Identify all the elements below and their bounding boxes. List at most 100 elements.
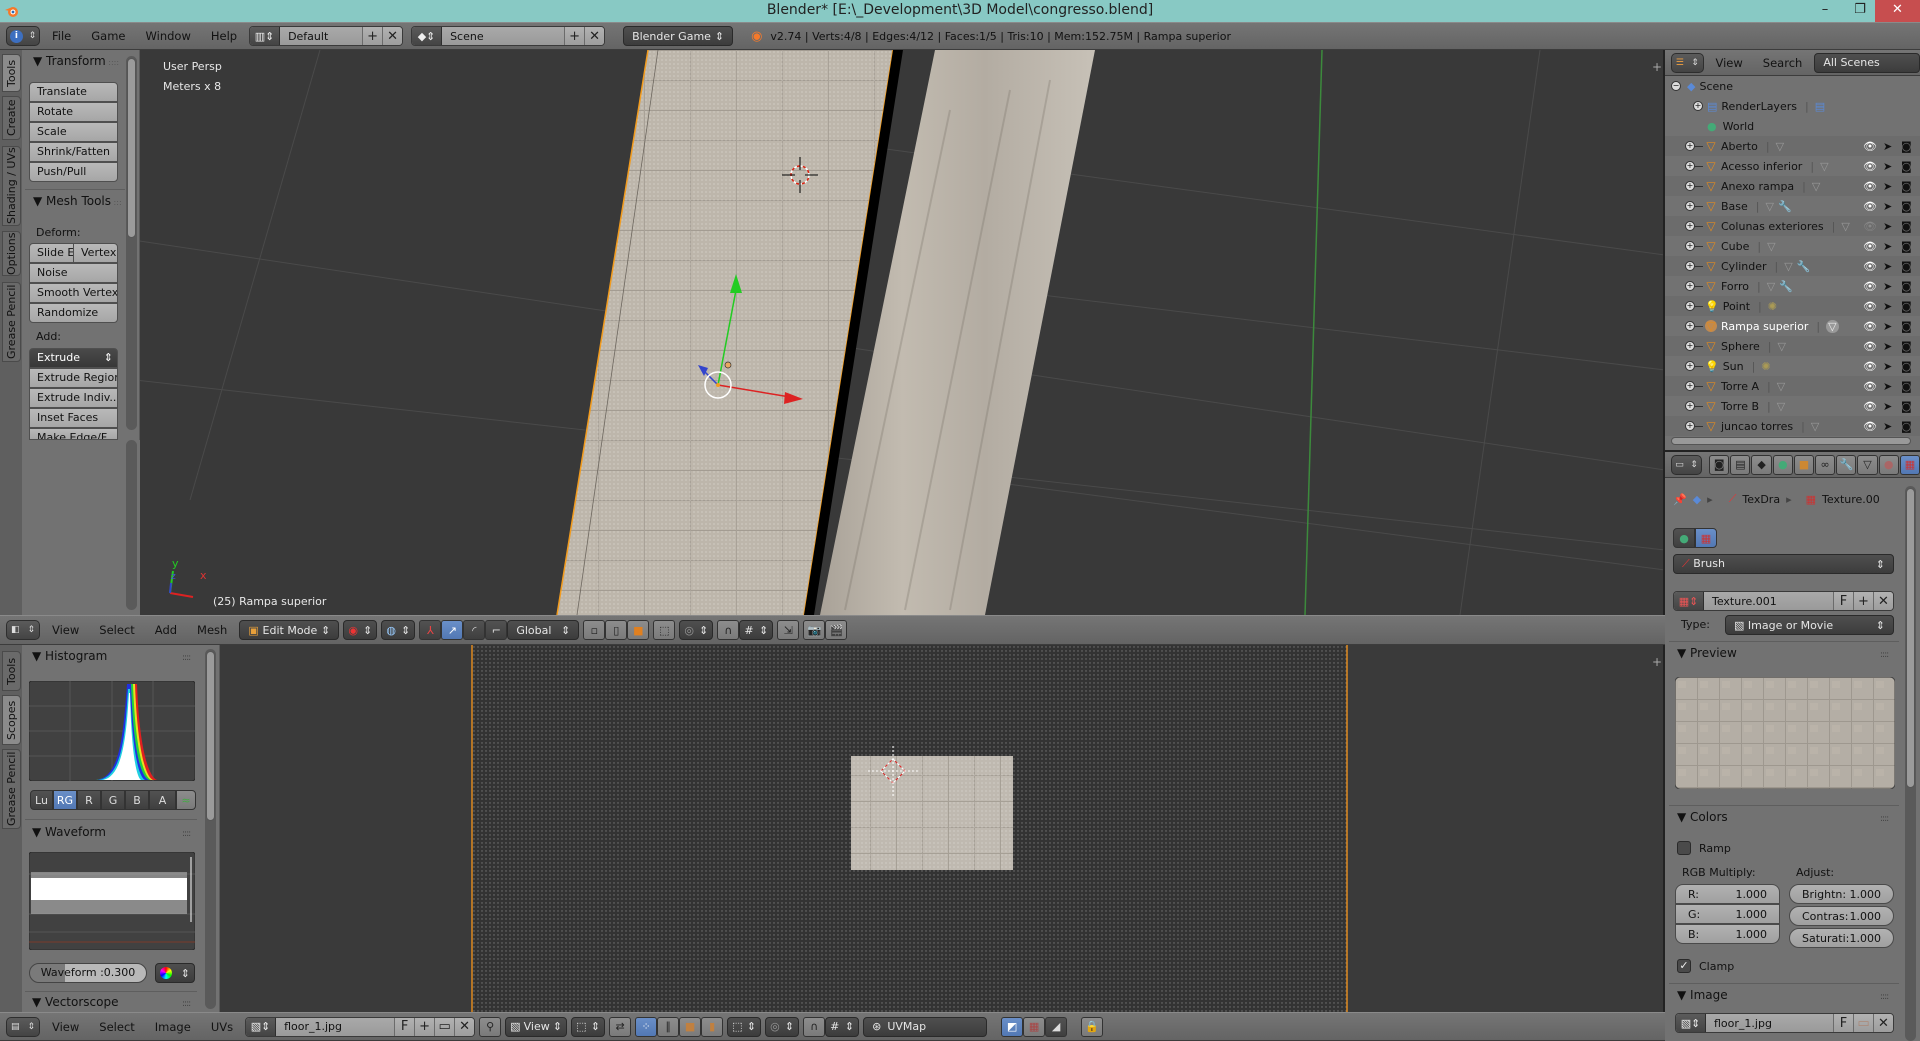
renderable-camera-icon[interactable]: ◙ (1901, 300, 1912, 313)
menu-view[interactable]: View (1708, 56, 1751, 70)
outliner-object-row[interactable]: + 💡 Sun | ✺ 👁 ➤ ◙ (1665, 356, 1920, 376)
selectable-cursor-icon[interactable]: ➤ (1883, 140, 1892, 153)
screen-layout-selector[interactable]: ▥⇕ Default + ✕ (249, 26, 404, 46)
selectable-cursor-icon[interactable]: ➤ (1883, 320, 1892, 333)
pin-image-button[interactable]: ⚲ (479, 1016, 502, 1037)
clamp-checkbox[interactable]: ✓ (1677, 959, 1691, 973)
make-edge-face-button[interactable]: Make Edge/F... (29, 428, 118, 440)
context-render-tab[interactable]: ◙ (1709, 454, 1730, 475)
push-pull-button[interactable]: Push/Pull (29, 162, 118, 182)
expand-toggle-icon[interactable]: + (1693, 101, 1703, 111)
extrude-region-button[interactable]: Extrude Region (29, 368, 118, 388)
minimize-button[interactable]: – (1805, 0, 1845, 22)
slide-vertex-button[interactable]: Vertex (73, 243, 118, 263)
editor-type-selector[interactable]: i ⇕ (6, 26, 40, 46)
renderable-camera-icon[interactable]: ◙ (1901, 400, 1912, 413)
outliner-object-row[interactable]: + ▽ Sphere | ▽ 👁 ➤ ◙ (1665, 336, 1920, 356)
pivot-selector[interactable]: ⬚ ⇕ (571, 1016, 606, 1037)
expand-toggle-icon[interactable]: + (1685, 241, 1695, 251)
editor-type-selector[interactable]: ◧ ⇕ (6, 620, 40, 640)
renderable-camera-icon[interactable]: ◙ (1901, 280, 1912, 293)
close-button[interactable]: ✕ (1875, 0, 1920, 22)
context-constraints-tab[interactable]: ∞ (1815, 454, 1836, 475)
translate-button[interactable]: Translate (29, 82, 118, 102)
scale-manipulator-button[interactable]: ⌐ (485, 620, 508, 640)
outliner-horizontal-scrollbar[interactable] (1671, 437, 1911, 445)
uv-island-select-button[interactable]: ▮ (701, 1016, 724, 1037)
vectorscope-panel-header[interactable]: ▼ Vectorscope (32, 995, 118, 1009)
menu-uvs[interactable]: UVs (203, 1020, 241, 1034)
manipulator-toggle[interactable]: ⅄ (419, 620, 442, 640)
tab-shading-uvs[interactable]: Shading / UVs (2, 146, 21, 226)
visibility-eye-icon[interactable]: 👁 (1863, 280, 1877, 293)
extrude-individual-button[interactable]: Extrude Indiv... (29, 388, 118, 408)
expand-toggle-icon[interactable]: + (1685, 181, 1695, 191)
visibility-eye-icon[interactable]: 👁 (1863, 300, 1877, 313)
outliner-object-row[interactable]: + ▽ Cylinder | ▽ 🔧 👁 ➤ ◙ (1665, 256, 1920, 276)
image-browse-field[interactable]: ▧⇕ floor_1.jpg F + ▭ ✕ (245, 1016, 476, 1037)
selectable-cursor-icon[interactable]: ➤ (1883, 180, 1892, 193)
snap-toggle[interactable]: ∩ (717, 620, 740, 640)
uv-canvas[interactable] (220, 645, 1665, 1012)
outliner-object-row[interactable]: + ▽ Torre A | ▽ 👁 ➤ ◙ (1665, 376, 1920, 396)
pin-icon[interactable]: 📌 (1673, 493, 1687, 506)
open-image-button[interactable]: ▭ (1853, 1014, 1873, 1032)
scene-selector[interactable]: ◆⇕ Scene + ✕ (411, 26, 606, 46)
renderable-camera-icon[interactable]: ◙ (1901, 180, 1912, 193)
outliner-object-row[interactable]: + ▽ juncao torres | ▽ 👁 ➤ ◙ (1665, 416, 1920, 436)
context-modifiers-tab[interactable]: 🔧 (1836, 454, 1857, 475)
renderable-camera-icon[interactable]: ◙ (1901, 380, 1912, 393)
rotate-button[interactable]: Rotate (29, 102, 118, 122)
visibility-eye-icon[interactable]: 👁 (1863, 380, 1877, 393)
selectable-cursor-icon[interactable]: ➤ (1883, 160, 1892, 173)
selectable-cursor-icon[interactable]: ➤ (1883, 200, 1892, 213)
editor-mode-selector[interactable]: ▧ View ⇕ (505, 1016, 568, 1037)
context-world-tab[interactable]: ● (1772, 454, 1793, 475)
tab-grease-pencil[interactable]: Grease Pencil (2, 282, 21, 362)
expand-toggle-icon[interactable]: + (1685, 301, 1695, 311)
renderable-camera-icon[interactable]: ◙ (1901, 360, 1912, 373)
uv-face-select-button[interactable]: ■ (679, 1016, 702, 1037)
context-texture-tab[interactable]: ▦ (1899, 454, 1920, 475)
texture-browse-field[interactable]: ▦⇕ Texture.001 F + ✕ (1673, 591, 1894, 611)
new-image-button[interactable]: + (414, 1017, 435, 1036)
expand-toggle-icon[interactable]: + (1685, 421, 1695, 431)
sticky-selection-selector[interactable]: ⬚ ⇕ (727, 1016, 762, 1037)
unlink-image-button[interactable]: ✕ (454, 1017, 475, 1036)
fake-user-toggle[interactable]: F (1833, 592, 1853, 610)
image-panel-header[interactable]: ▼ Image (1677, 988, 1728, 1002)
unlink-texture-button[interactable]: ✕ (1873, 592, 1893, 610)
selectable-cursor-icon[interactable]: ➤ (1883, 240, 1892, 253)
maximize-button[interactable]: ❐ (1840, 0, 1880, 22)
expand-toggle-icon[interactable]: + (1685, 401, 1695, 411)
limit-selection-visible-button[interactable]: ⬚ (653, 620, 676, 640)
render-engine-selector[interactable]: Blender Game ⇕ (623, 26, 734, 46)
outliner-scene-row[interactable]: − ◆ Scene (1665, 76, 1920, 96)
menu-window[interactable]: Window (138, 29, 199, 43)
histogram-mode-g[interactable]: G (101, 790, 125, 810)
menu-view[interactable]: View (44, 1020, 87, 1034)
tab-create[interactable]: Create (2, 96, 21, 140)
visibility-eye-icon[interactable]: 👁 (1863, 140, 1877, 153)
expand-toggle-icon[interactable]: + (1685, 281, 1695, 291)
histogram-mode-a[interactable]: A (149, 790, 176, 810)
unlink-image-button[interactable]: ✕ (1873, 1014, 1893, 1032)
visibility-eye-icon[interactable]: 👁 (1863, 240, 1877, 253)
histogram-mode-r[interactable]: R (77, 790, 101, 810)
add-screen-button[interactable]: + (362, 27, 383, 45)
face-select-mode-button[interactable]: ■ (627, 620, 650, 640)
expand-toggle-icon[interactable]: + (1685, 321, 1695, 331)
brush-texture-toggle[interactable]: ▦ (1695, 528, 1717, 548)
mesh-tools-panel-header[interactable]: ▼ Mesh Tools ::: (33, 194, 122, 208)
inset-faces-button[interactable]: Inset Faces (29, 408, 118, 428)
properties-scrollbar[interactable] (1906, 488, 1915, 788)
visibility-eye-icon[interactable]: 👁 (1863, 220, 1877, 233)
visibility-eye-icon[interactable]: 👁 (1863, 400, 1877, 413)
visibility-eye-icon[interactable]: 👁 (1863, 260, 1877, 273)
outliner-object-row[interactable]: + ▽ Rampa superior | ▽ 👁 ➤ ◙ (1665, 316, 1920, 336)
expand-toggle-icon[interactable]: + (1685, 381, 1695, 391)
outliner-object-row[interactable]: + ▽ Colunas exteriores | ▽ 👁 ➤ ◙ (1665, 216, 1920, 236)
opengl-render-animation-button[interactable]: 🎬 (825, 620, 848, 640)
selectable-cursor-icon[interactable]: ➤ (1883, 420, 1892, 433)
renderable-camera-icon[interactable]: ◙ (1901, 260, 1912, 273)
